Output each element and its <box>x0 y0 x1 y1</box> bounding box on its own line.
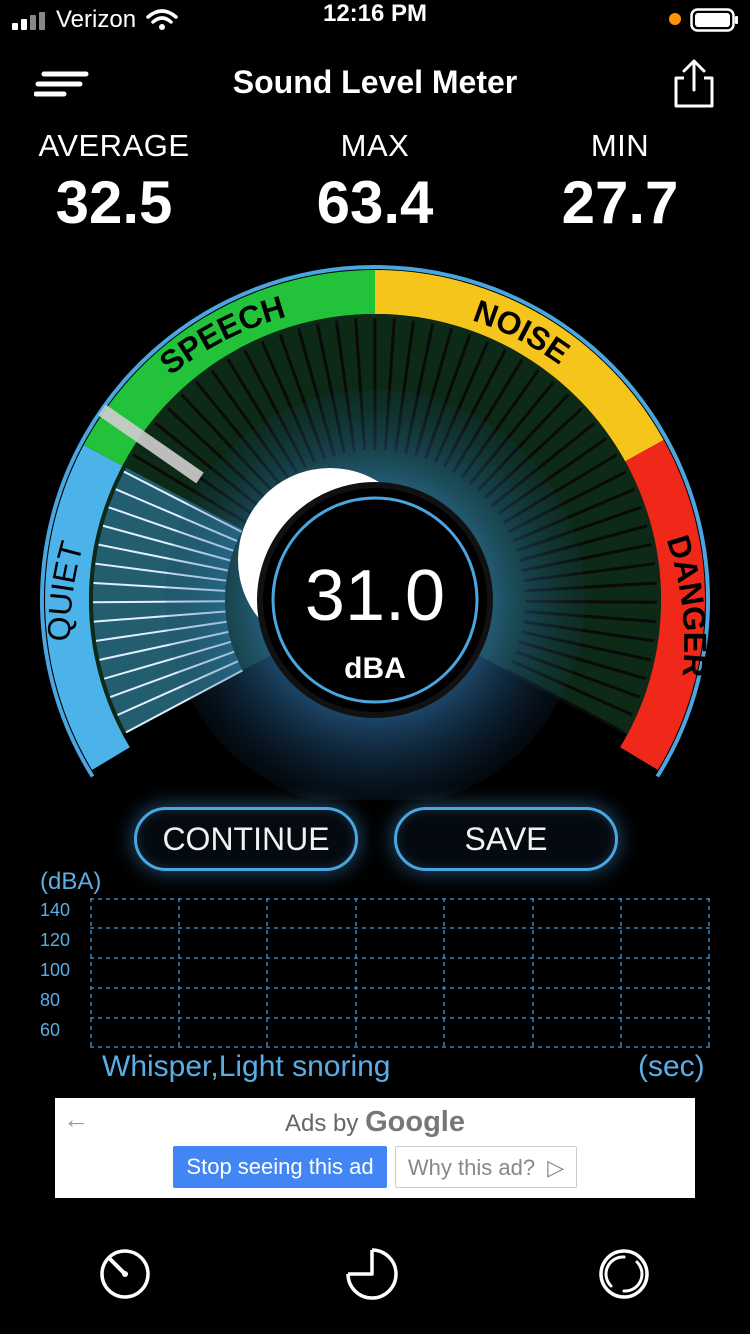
min-value: 27.7 <box>561 169 679 236</box>
max-label: MAX <box>340 128 410 163</box>
carrier-name: Verizon <box>56 6 137 33</box>
max-value: 63.4 <box>316 169 434 236</box>
signal-icon <box>12 12 45 30</box>
circle-icon[interactable] <box>594 1242 654 1302</box>
sound-gauge: QUIET SPEECH NOISE DANGER <box>40 265 713 800</box>
save-button[interactable]: SAVE <box>394 807 618 871</box>
chart-x-unit: (sec) <box>638 1050 705 1083</box>
y-tick-label: 80 <box>40 990 61 1010</box>
continue-button[interactable]: CONTINUE <box>134 807 358 871</box>
y-tick-label: 60 <box>40 1020 61 1040</box>
y-tick-label: 140 <box>40 900 71 920</box>
status-bar: Verizon 12:16 PM <box>0 0 750 40</box>
battery-icon <box>690 8 738 32</box>
why-this-ad-button[interactable]: Why this ad? ▷ <box>395 1146 577 1188</box>
why-this-ad-label: Why this ad? <box>407 1155 536 1180</box>
y-tick-label: 120 <box>40 930 71 950</box>
average-stat: AVERAGE 32.5 <box>0 128 239 237</box>
level-description: Whisper,Light snoring <box>102 1050 391 1083</box>
y-tick-label: 100 <box>40 960 71 980</box>
wifi-icon <box>146 9 178 30</box>
gauge-icon[interactable] <box>95 1242 155 1302</box>
average-value: 32.5 <box>55 169 173 236</box>
chart-y-unit: (dBA) <box>40 868 102 895</box>
min-stat: MIN 27.7 <box>495 128 745 237</box>
play-outline-icon: ▷ <box>547 1155 565 1180</box>
ad-prefix: Ads by <box>285 1110 359 1137</box>
history-plot-grid <box>90 898 710 1048</box>
average-label: AVERAGE <box>38 128 190 163</box>
min-label: MIN <box>590 128 650 163</box>
page-title: Sound Level Meter <box>232 64 518 100</box>
pie-icon[interactable] <box>342 1242 402 1302</box>
ad-banner: ← Ads by Google Stop seeing this ad Why … <box>55 1098 695 1198</box>
share-icon[interactable] <box>670 58 718 110</box>
orange-dot-indicator <box>669 13 681 25</box>
max-stat: MAX 63.4 <box>250 128 500 237</box>
ad-brand: Google <box>365 1106 465 1138</box>
current-reading: 31.0 <box>304 556 446 636</box>
ad-attribution: Ads by Google <box>55 1106 695 1139</box>
reading-unit: dBA <box>344 652 406 685</box>
stop-seeing-ad-button[interactable]: Stop seeing this ad <box>173 1146 387 1188</box>
